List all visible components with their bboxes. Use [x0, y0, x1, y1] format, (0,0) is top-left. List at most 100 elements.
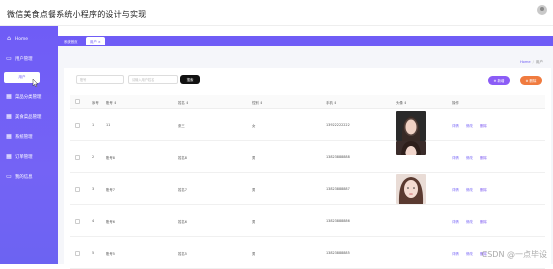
detail-link[interactable]: 详情 [452, 155, 459, 160]
cell-gender: 男 [252, 187, 255, 192]
mouse-cursor-icon [32, 79, 38, 87]
sidebar-item-dish-category[interactable]: ▦ 菜品分类管理 [0, 90, 58, 104]
avatar-photo [396, 141, 426, 155]
main-content: Home/用户 账号 请输入用户姓名 搜索 ⊕ 新增 ⊗ 删除 序号 账号 ⇕ … [58, 46, 553, 264]
cell-phone: 13922222222 [326, 123, 350, 127]
home-icon: ⌂ [6, 36, 12, 42]
cell-phone: 13823888885 [326, 251, 350, 255]
delete-link[interactable]: 删除 [480, 187, 487, 192]
row-checkbox[interactable] [75, 251, 80, 256]
header-actions: 操作 [452, 100, 459, 105]
cell-account: 账号8 [106, 155, 115, 160]
tab-bar: 系统首页 用户 × [58, 36, 553, 46]
table-row: 5 账号5 姓名5 男 13823888885 详情 修改 删除 [70, 237, 545, 269]
row-checkbox[interactable] [75, 219, 80, 224]
cell-index: 2 [92, 155, 94, 159]
cell-account: 账号5 [106, 251, 115, 256]
header-account[interactable]: 账号 ⇕ [106, 100, 117, 105]
tab-home[interactable]: 系统首页 [60, 37, 82, 45]
detail-link[interactable]: 详情 [452, 251, 459, 256]
table-row: 2 账号8 姓名8 男 13823888888 详情 修改 删除 [70, 141, 545, 173]
sidebar-item-my-info[interactable]: ▭ 我的信息 [0, 170, 58, 184]
table-row: 3 账号7 姓名7 男 13823888887 详情 修改 删除 [70, 173, 545, 205]
sidebar-item-label: 用户管理 [15, 56, 33, 62]
edit-link[interactable]: 修改 [466, 219, 473, 224]
delete-link[interactable]: 删除 [480, 123, 487, 128]
cell-name: 姓名5 [178, 251, 187, 256]
tab-user[interactable]: 用户 × [86, 37, 105, 45]
breadcrumb-separator: / [533, 60, 534, 64]
table-header: 序号 账号 ⇕ 姓名 ⇕ 性别 ⇕ 手机 ⇕ 头像 ⇕ 操作 [70, 95, 545, 109]
grid-icon: ▦ [6, 114, 12, 120]
delete-button[interactable]: ⊗ 删除 [520, 76, 542, 85]
breadcrumb-current: 用户 [536, 60, 543, 64]
edit-link[interactable]: 修改 [466, 251, 473, 256]
delete-link[interactable]: 删除 [480, 155, 487, 160]
table-card: 账号 请输入用户姓名 搜索 ⊕ 新增 ⊗ 删除 序号 账号 ⇕ 姓名 ⇕ 性别 … [64, 68, 551, 264]
row-checkbox[interactable] [75, 123, 80, 128]
cell-gender: 男 [252, 219, 255, 224]
cell-gender: 男 [252, 251, 255, 256]
header-phone[interactable]: 手机 ⇕ [326, 100, 337, 105]
edit-link[interactable]: 修改 [466, 187, 473, 192]
account-search-input[interactable]: 账号 [76, 75, 124, 84]
cell-name: 姓名6 [178, 219, 187, 224]
sidebar-item-dishes[interactable]: ▦ 美食菜品管理 [0, 110, 58, 124]
table-row: 1 11 张三 女 13922222222 详情 修改 删除 [70, 109, 545, 141]
user-avatar-icon[interactable] [537, 5, 547, 15]
detail-link[interactable]: 详情 [452, 187, 459, 192]
delete-link[interactable]: 删除 [480, 219, 487, 224]
chat-icon: ▭ [6, 56, 12, 62]
table-row: 4 账号6 姓名6 男 13823888886 详情 修改 删除 [70, 205, 545, 237]
row-checkbox[interactable] [75, 155, 80, 160]
sidebar-item-label: 我的信息 [15, 174, 33, 180]
cell-account: 11 [106, 123, 110, 127]
avatar-photo [396, 111, 426, 141]
row-checkbox[interactable] [75, 187, 80, 192]
edit-link[interactable]: 修改 [466, 123, 473, 128]
avatar-photo [396, 174, 426, 204]
sidebar-item-label: 订单管理 [15, 154, 33, 160]
sidebar: ⌂ Home ▭ 用户管理 用户 ▦ 菜品分类管理 ▦ 美食菜品管理 ▦ 系统管… [0, 26, 58, 264]
name-search-input[interactable]: 请输入用户姓名 [128, 75, 178, 84]
breadcrumb: Home/用户 [520, 60, 543, 65]
header-gender[interactable]: 性别 ⇕ [252, 100, 263, 105]
select-all-checkbox[interactable] [75, 99, 80, 104]
sidebar-item-label: 菜品分类管理 [15, 94, 41, 100]
watermark: CSDN @一点毕设 [482, 249, 547, 260]
sidebar-subitem-label: 用户 [18, 75, 25, 80]
cell-index: 1 [92, 123, 94, 127]
header-avatar[interactable]: 头像 ⇕ [396, 100, 407, 105]
detail-link[interactable]: 详情 [452, 219, 459, 224]
grid-icon: ▦ [6, 154, 12, 160]
card-icon: ▭ [6, 174, 12, 180]
cell-name: 姓名8 [178, 155, 187, 160]
header-name[interactable]: 姓名 ⇕ [178, 100, 189, 105]
cell-phone: 13823888887 [326, 187, 350, 191]
sidebar-item-home[interactable]: ⌂ Home [0, 32, 58, 46]
cell-index: 5 [92, 251, 94, 255]
cell-gender: 女 [252, 123, 255, 128]
cell-index: 4 [92, 219, 94, 223]
app-title: 微信美食点餐系统小程序的设计与实现 [7, 9, 146, 20]
header-index: 序号 [92, 100, 99, 105]
sidebar-item-label: 美食菜品管理 [15, 114, 41, 120]
sidebar-item-user-management[interactable]: ▭ 用户管理 [0, 52, 58, 66]
edit-link[interactable]: 修改 [466, 155, 473, 160]
cell-account: 账号7 [106, 187, 115, 192]
add-button[interactable]: ⊕ 新增 [488, 76, 510, 85]
cell-account: 账号6 [106, 219, 115, 224]
cell-gender: 男 [252, 155, 255, 160]
cell-phone: 13823888888 [326, 155, 350, 159]
grid-icon: ▦ [6, 94, 12, 100]
search-button[interactable]: 搜索 [180, 75, 200, 84]
sidebar-item-system[interactable]: ▦ 系统管理 [0, 130, 58, 144]
breadcrumb-home[interactable]: Home [520, 60, 531, 64]
detail-link[interactable]: 详情 [452, 123, 459, 128]
cell-name: 姓名7 [178, 187, 187, 192]
cell-name: 张三 [178, 123, 185, 128]
sidebar-item-orders[interactable]: ▦ 订单管理 [0, 150, 58, 164]
grid-icon: ▦ [6, 134, 12, 140]
sidebar-item-label: 系统管理 [15, 134, 33, 140]
cell-index: 3 [92, 187, 94, 191]
